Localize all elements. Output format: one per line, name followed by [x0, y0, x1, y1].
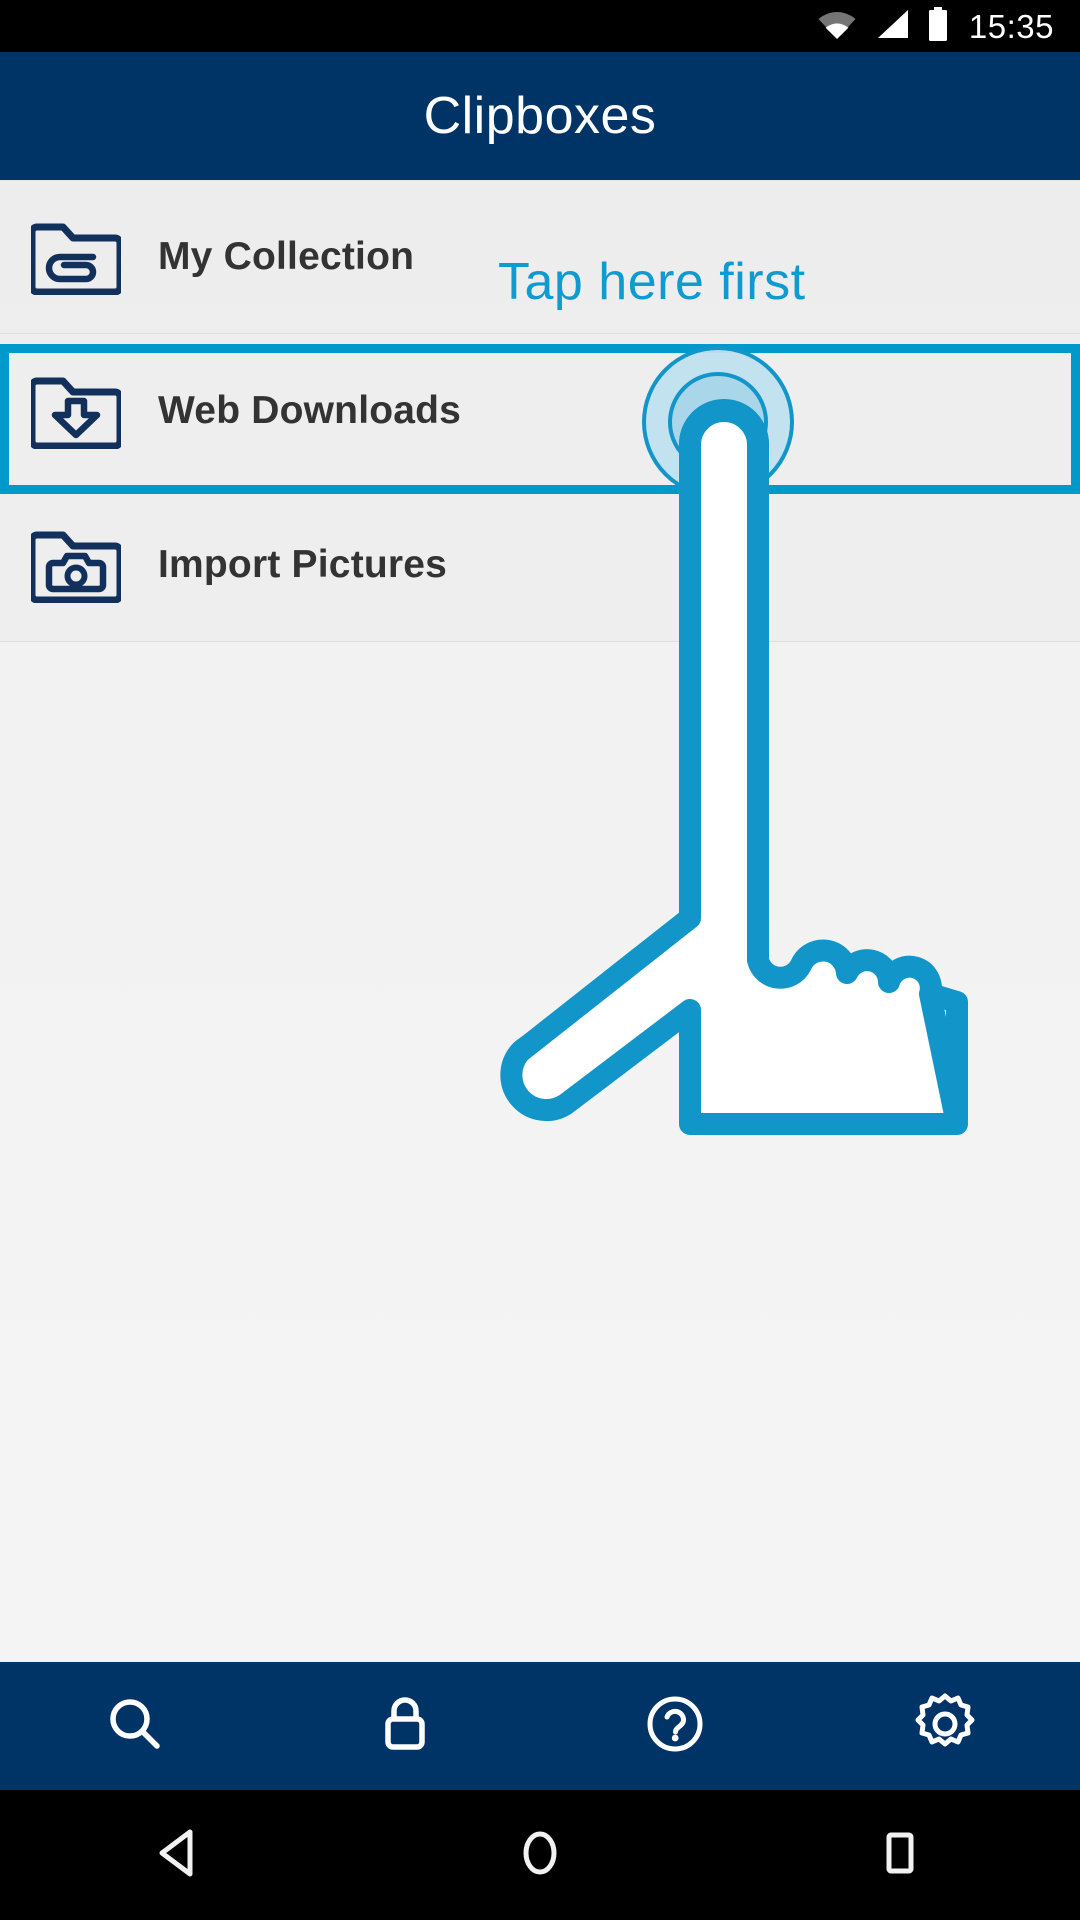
- nav-home-button[interactable]: [360, 1827, 720, 1884]
- list-item-web-downloads[interactable]: Web Downloads: [0, 334, 1080, 488]
- gear-icon: [913, 1692, 977, 1761]
- coach-mark-text: Tap here first: [498, 253, 806, 311]
- home-circle-icon: [516, 1827, 564, 1884]
- main-list: My Collection Web Downloads Import Pictu…: [0, 180, 1080, 1662]
- status-bar-clock: 15:35: [968, 7, 1054, 45]
- list-item-import-pictures[interactable]: Import Pictures: [0, 488, 1080, 642]
- status-bar-icons: [817, 6, 949, 46]
- nav-back-button[interactable]: [0, 1827, 360, 1884]
- settings-button[interactable]: [810, 1662, 1080, 1790]
- search-button[interactable]: [0, 1662, 270, 1790]
- lock-button[interactable]: [270, 1662, 540, 1790]
- folder-camera-icon: [26, 515, 126, 615]
- help-circle-icon: [644, 1693, 706, 1760]
- list-item-label: My Collection: [158, 235, 415, 278]
- back-triangle-icon: [156, 1827, 204, 1884]
- folder-paperclip-icon: [26, 207, 126, 307]
- app-bar: Clipboxes: [0, 52, 1080, 180]
- phone-screen: 15:35 Clipboxes My Collection Web Downlo…: [0, 0, 1080, 1920]
- nav-recents-button[interactable]: [720, 1827, 1080, 1884]
- list-empty-area: [0, 642, 1080, 1662]
- lock-icon: [376, 1693, 434, 1760]
- cellular-signal-icon: [874, 8, 910, 45]
- bottom-toolbar: [0, 1662, 1080, 1790]
- page-title: Clipboxes: [423, 87, 657, 145]
- list-item-label: Import Pictures: [158, 542, 448, 586]
- recents-square-icon: [876, 1827, 924, 1884]
- status-bar: 15:35: [0, 0, 1080, 52]
- list-item-label: Web Downloads: [158, 388, 462, 432]
- android-nav-bar: [0, 1790, 1080, 1920]
- battery-icon: [927, 6, 949, 46]
- folder-download-icon: [26, 361, 126, 461]
- help-button[interactable]: [540, 1662, 810, 1790]
- wifi-icon: [817, 8, 857, 45]
- search-icon: [104, 1693, 166, 1760]
